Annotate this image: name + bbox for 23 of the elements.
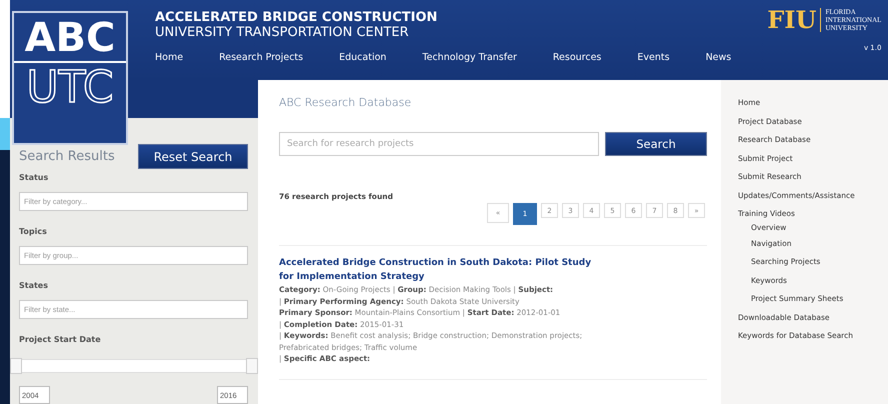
nav-link[interactable]: Home	[155, 52, 184, 63]
filter-label: Status	[19, 173, 50, 182]
filter-label: Topics	[19, 227, 48, 236]
reset-button[interactable]: Reset Search	[138, 144, 248, 169]
slider-thumb[interactable]	[246, 358, 258, 374]
site-logo[interactable]: ABC UTC	[12, 11, 128, 145]
search-button[interactable]: Search	[605, 132, 707, 156]
edge-stripe	[0, 118, 10, 150]
nav-link[interactable]: Events	[637, 52, 670, 63]
filter-label: States	[19, 281, 49, 290]
page-title: ABC Research Database	[279, 96, 412, 110]
nav-link[interactable]: Research Projects	[219, 52, 304, 63]
slider-thumb[interactable]	[10, 358, 22, 374]
nav-link[interactable]: Resources	[552, 52, 602, 63]
panel-title: Search Results	[19, 149, 115, 164]
result-title[interactable]: Accelerated Bridge Construction in South Dakota: Pilot Study for Implementation Strategy	[279, 256, 599, 284]
site-subtitle: UNIVERSITY TRANSPORTATION CENTER	[155, 25, 410, 40]
search-field[interactable]: Search for research projects	[279, 132, 599, 156]
site-title: ACCELERATED BRIDGE CONSTRUCTION	[155, 10, 438, 25]
nav-link[interactable]: Education	[339, 52, 386, 63]
nav-link[interactable]: Technology Transfer	[422, 52, 517, 63]
filter-label: Project Start Date	[19, 335, 102, 344]
nav-link[interactable]: News	[706, 52, 732, 63]
